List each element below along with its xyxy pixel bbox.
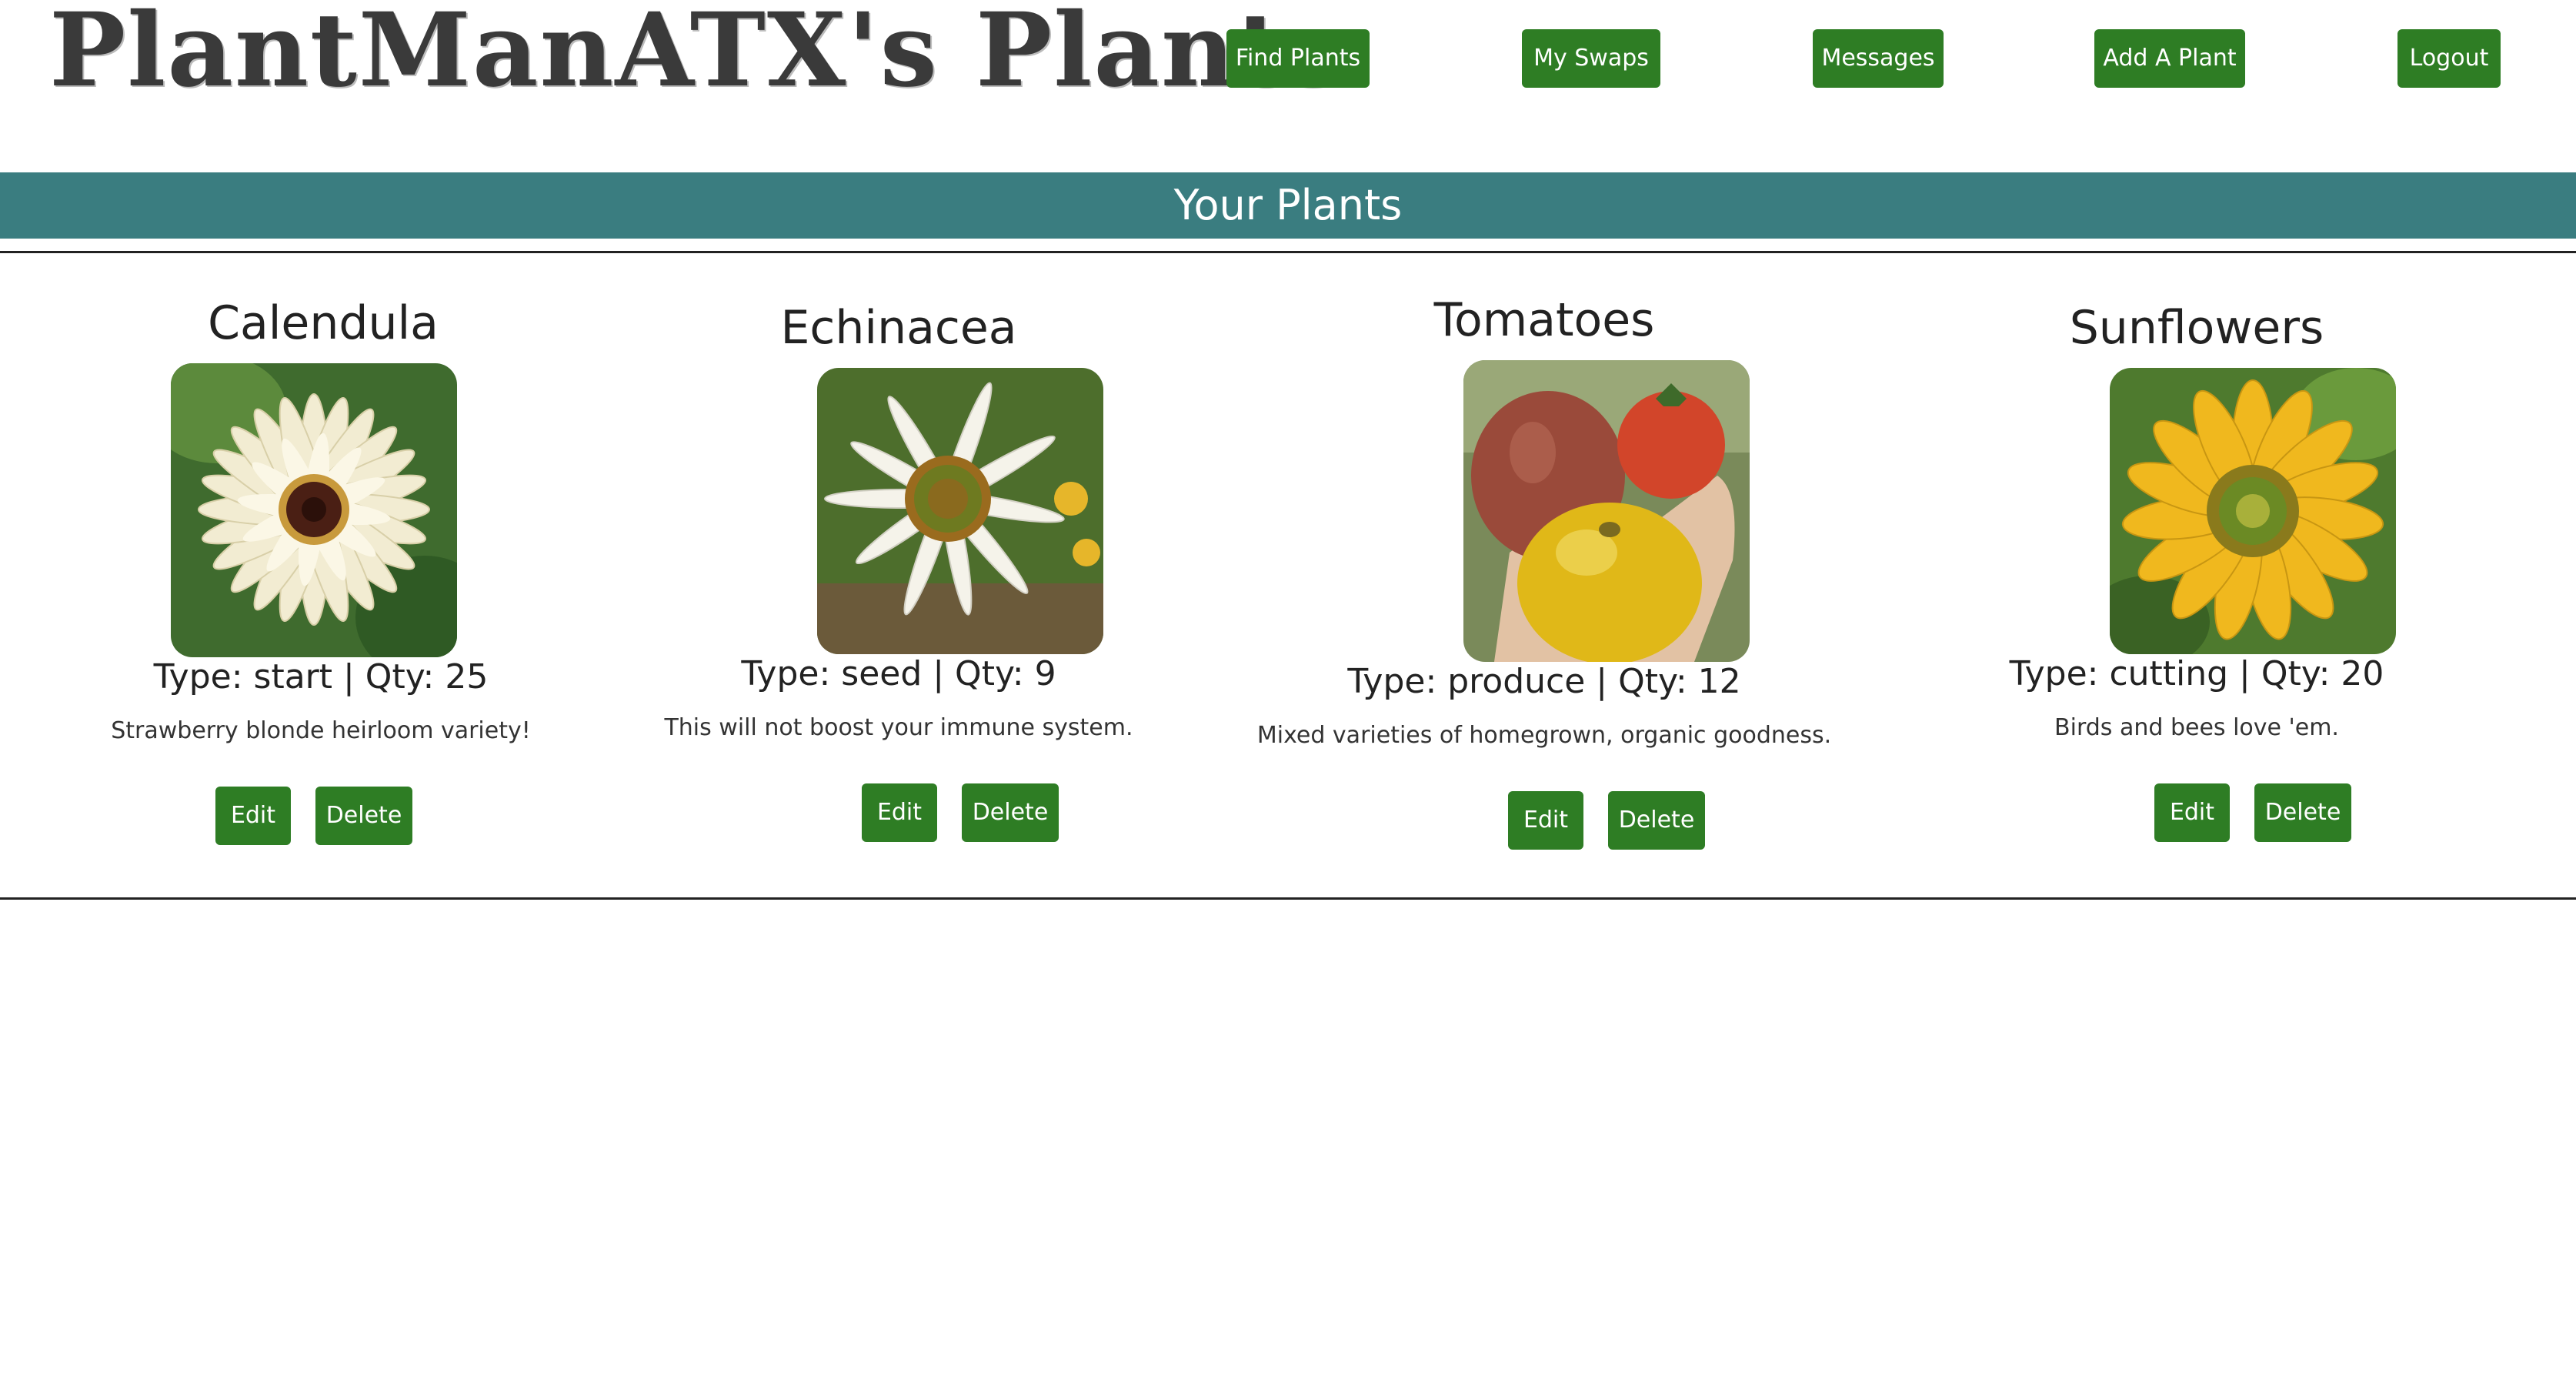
sunflowers-photo [2110, 368, 2396, 654]
echinacea-photo [817, 368, 1103, 654]
logout-button[interactable]: Logout [2397, 29, 2501, 88]
delete-button[interactable]: Delete [1608, 791, 1705, 850]
delete-button[interactable]: Delete [315, 787, 412, 845]
plant-description: Mixed varieties of homegrown, organic go… [1256, 722, 1832, 749]
header: PlantManATX's Plants Find Plants My Swap… [0, 0, 2576, 171]
page: PlantManATX's Plants Find Plants My Swap… [0, 0, 2576, 1393]
plant-description: Strawberry blonde heirloom variety! [111, 717, 531, 744]
plant-type-qty: Type: seed | Qty: 9 [741, 654, 1056, 693]
tomatoes-photo [1463, 360, 1750, 662]
edit-button[interactable]: Edit [2154, 783, 2230, 842]
find-plants-button[interactable]: Find Plants [1226, 29, 1370, 88]
site-title: PlantManATX's Plants [49, 0, 1344, 110]
edit-button[interactable]: Edit [862, 783, 937, 842]
plant-description: This will not boost your immune system. [664, 714, 1133, 741]
plant-type-qty: Type: start | Qty: 25 [153, 657, 489, 696]
edit-button[interactable]: Edit [215, 787, 291, 845]
delete-button[interactable]: Delete [2254, 783, 2351, 842]
plant-description: Birds and bees love 'em. [2054, 714, 2339, 741]
add-a-plant-button[interactable]: Add A Plant [2094, 29, 2245, 88]
plant-type-qty: Type: produce | Qty: 12 [1347, 662, 1741, 701]
calendula-photo [171, 363, 457, 657]
plant-type-qty: Type: cutting | Qty: 20 [2009, 654, 2384, 693]
my-swaps-button[interactable]: My Swaps [1522, 29, 1660, 88]
plant-name: Echinacea [780, 301, 1017, 355]
plant-name: Sunflowers [2069, 301, 2324, 355]
divider-top [0, 251, 2576, 253]
messages-button[interactable]: Messages [1813, 29, 1944, 88]
delete-button[interactable]: Delete [962, 783, 1059, 842]
plant-name: Tomatoes [1433, 293, 1655, 347]
edit-button[interactable]: Edit [1508, 791, 1583, 850]
section-banner: Your Plants [0, 172, 2576, 239]
divider-bottom [0, 897, 2576, 900]
plant-name: Calendula [208, 296, 439, 350]
